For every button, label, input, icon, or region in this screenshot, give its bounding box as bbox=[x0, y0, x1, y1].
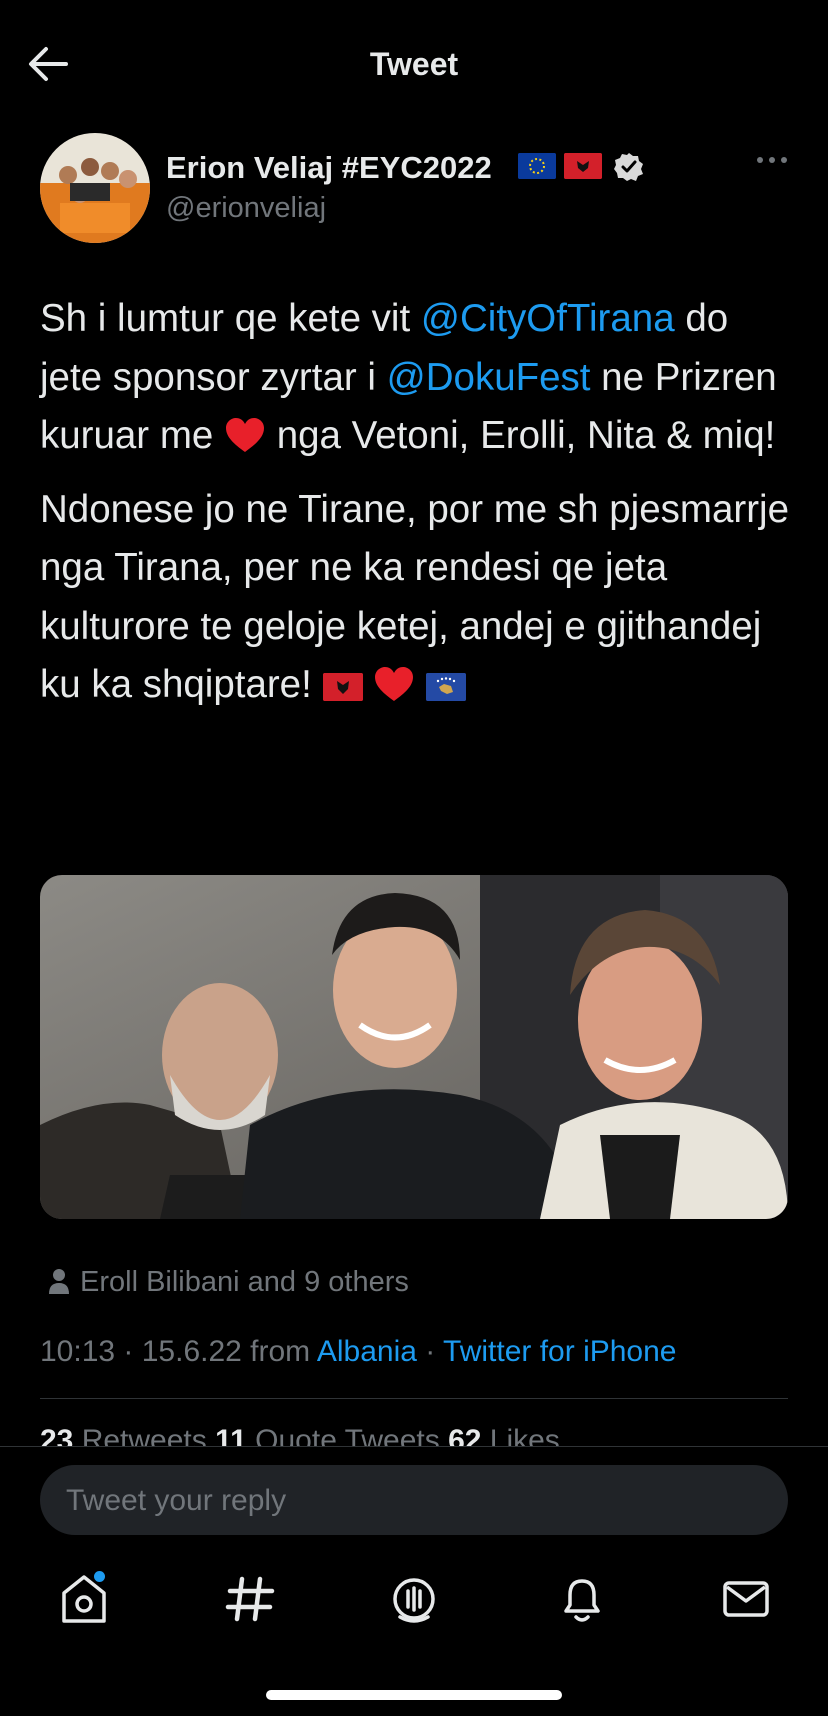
home-indicator[interactable] bbox=[266, 1690, 562, 1700]
source-link[interactable]: Twitter for iPhone bbox=[443, 1335, 676, 1368]
tweet-text-span: nga Vetoni, Erolli, Nita & miq! bbox=[266, 414, 776, 457]
author-name[interactable]: Erion Veliaj #EYC2022 bbox=[166, 150, 492, 186]
kosovo-flag-emoji-icon bbox=[425, 673, 466, 701]
meta-separator: · bbox=[416, 1335, 444, 1368]
mention-link-city-of-tirana[interactable]: @CityOfTirana bbox=[421, 297, 675, 340]
person-icon bbox=[49, 1269, 69, 1294]
tweet-paragraph-1: Sh i lumtur qe kete vit @CityOfTirana do… bbox=[40, 290, 800, 466]
bottom-bar bbox=[0, 1446, 828, 1716]
avatar[interactable] bbox=[40, 133, 150, 243]
red-heart-emoji-icon bbox=[226, 418, 265, 452]
red-heart-emoji-icon bbox=[375, 667, 414, 701]
tweet-text-span: Sh i lumtur qe kete vit bbox=[40, 297, 421, 340]
eu-flag-icon bbox=[518, 153, 556, 179]
messages-envelope-icon[interactable] bbox=[718, 1571, 774, 1627]
author-handle[interactable]: @erionveliaj bbox=[166, 192, 326, 225]
mention-link-dokufest[interactable]: @DokuFest bbox=[387, 356, 591, 399]
notifications-bell-icon[interactable] bbox=[554, 1571, 610, 1627]
albania-flag-emoji-icon bbox=[322, 673, 363, 701]
divider bbox=[40, 1398, 788, 1399]
location-link[interactable]: Albania bbox=[317, 1335, 417, 1368]
explore-hashtag-icon[interactable] bbox=[222, 1571, 278, 1627]
more-options-icon[interactable] bbox=[752, 152, 792, 168]
spaces-icon[interactable] bbox=[386, 1571, 442, 1627]
tweet-paragraph-2: Ndonese jo ne Tirane, por me sh pjesmarr… bbox=[40, 481, 800, 715]
tweet-metadata: 10:13 · 15.6.22 from Albania · Twitter f… bbox=[40, 1335, 676, 1369]
reply-input[interactable] bbox=[64, 1465, 768, 1537]
home-notification-dot bbox=[94, 1571, 105, 1582]
tweet-text-span: Ndonese jo ne Tirane, por me sh pjesmarr… bbox=[40, 487, 789, 707]
albania-flag-icon bbox=[564, 153, 602, 179]
page-title: Tweet bbox=[369, 46, 459, 82]
tweet-body: Sh i lumtur qe kete vit @CityOfTirana do… bbox=[40, 290, 800, 715]
timestamp: 10:13 · 15.6.22 from bbox=[40, 1335, 317, 1368]
liked-by-summary[interactable]: Eroll Bilibani and 9 others bbox=[48, 1266, 409, 1299]
tweet-photo[interactable] bbox=[40, 875, 788, 1219]
top-bar: Tweet bbox=[0, 0, 828, 128]
verified-badge-icon bbox=[614, 153, 643, 181]
reply-box[interactable] bbox=[40, 1465, 788, 1537]
liked-by-text: Eroll Bilibani and 9 others bbox=[80, 1266, 409, 1298]
